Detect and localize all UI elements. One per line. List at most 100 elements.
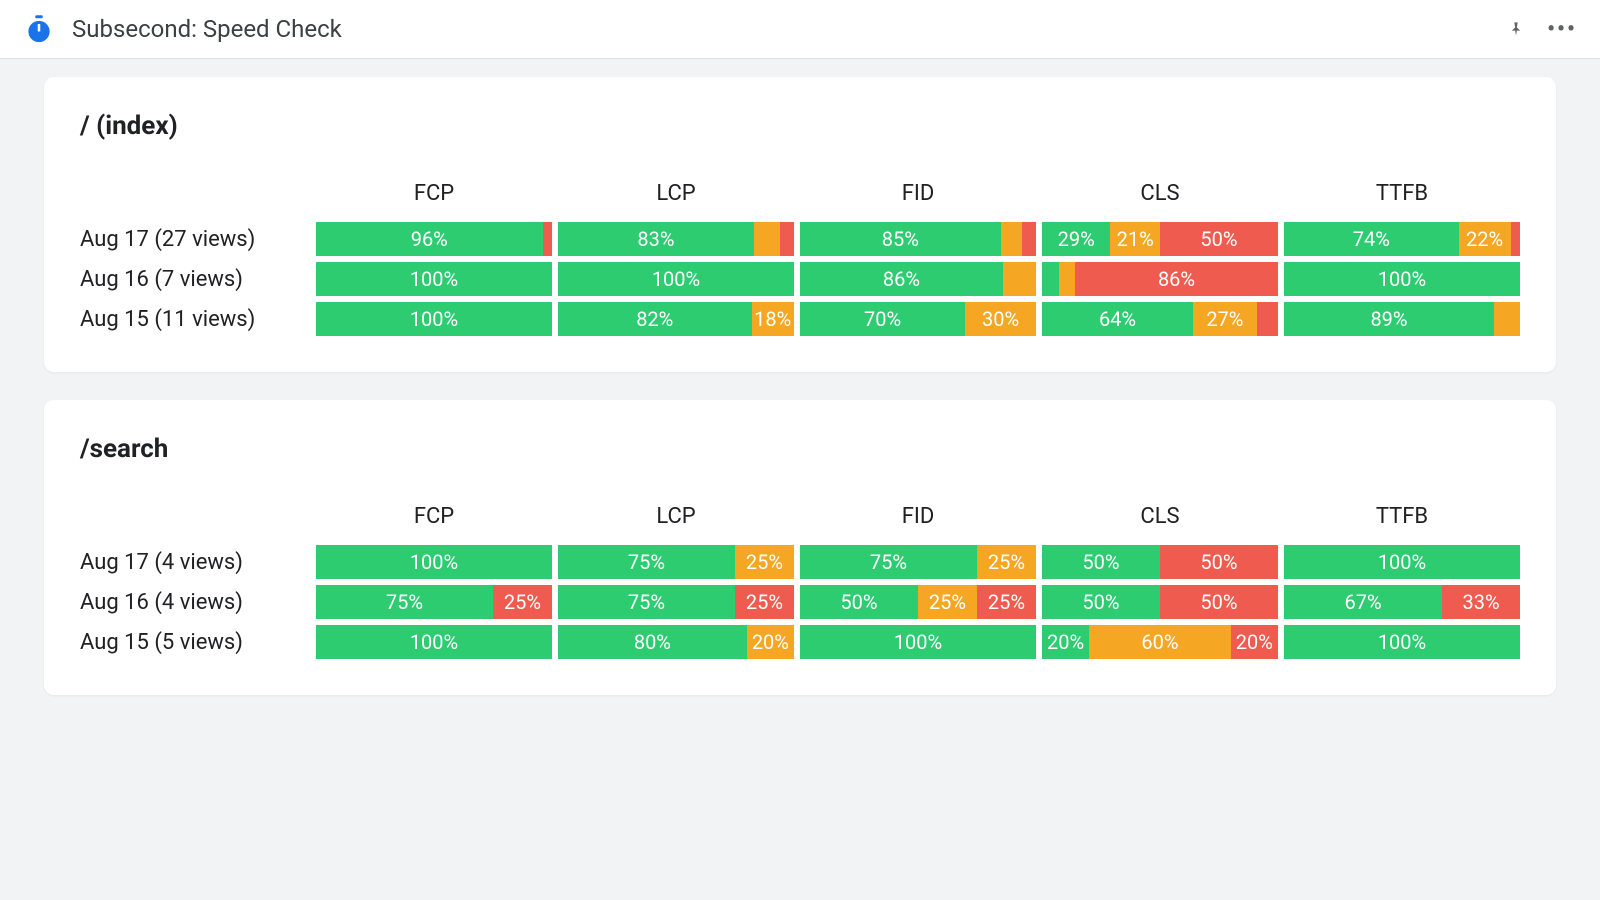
segment-warn: 25% bbox=[918, 585, 977, 619]
segment-poor: 25% bbox=[735, 585, 794, 619]
content: / (index)FCPLCPFIDCLSTTFBAug 17 (27 view… bbox=[0, 59, 1600, 741]
stacked-bar[interactable]: 75%25% bbox=[800, 545, 1036, 579]
stacked-bar[interactable]: 100% bbox=[1284, 625, 1520, 659]
stacked-bar[interactable]: 50%50% bbox=[1042, 585, 1278, 619]
stacked-bar[interactable]: 80%20% bbox=[558, 625, 794, 659]
segment-good: 75% bbox=[558, 545, 735, 579]
segment-warn: 27% bbox=[1193, 302, 1257, 336]
segment-poor bbox=[1257, 302, 1278, 336]
segment-good: 67% bbox=[1284, 585, 1442, 619]
column-header: CLS bbox=[1042, 504, 1278, 539]
stacked-bar[interactable]: 75%25% bbox=[558, 545, 794, 579]
segment-good: 86% bbox=[800, 262, 1003, 296]
segment-good: 64% bbox=[1042, 302, 1193, 336]
stacked-bar[interactable]: 100% bbox=[1284, 545, 1520, 579]
row-label: Aug 17 (27 views) bbox=[80, 227, 310, 252]
card-title: / (index) bbox=[80, 111, 1520, 141]
segment-poor: 86% bbox=[1075, 262, 1278, 296]
segment-good: 75% bbox=[558, 585, 735, 619]
segment-good: 100% bbox=[316, 625, 552, 659]
segment-poor: 20% bbox=[1231, 625, 1278, 659]
stacked-bar[interactable]: 70%30% bbox=[800, 302, 1036, 336]
segment-good: 74% bbox=[1284, 222, 1459, 256]
segment-good: 100% bbox=[1284, 262, 1520, 296]
stacked-bar[interactable]: 64%27% bbox=[1042, 302, 1278, 336]
stacked-bar[interactable]: 75%25% bbox=[558, 585, 794, 619]
segment-warn bbox=[1494, 302, 1520, 336]
stacked-bar[interactable]: 89% bbox=[1284, 302, 1520, 336]
segment-poor: 25% bbox=[493, 585, 552, 619]
segment-good: 80% bbox=[558, 625, 747, 659]
app-header: Subsecond: Speed Check ••• bbox=[0, 0, 1600, 59]
stopwatch-icon bbox=[24, 14, 54, 44]
segment-warn: 30% bbox=[965, 302, 1036, 336]
stacked-bar[interactable]: 29%21%50% bbox=[1042, 222, 1278, 256]
segment-poor bbox=[1511, 222, 1520, 256]
segment-good: 100% bbox=[316, 545, 552, 579]
column-header: FID bbox=[800, 181, 1036, 216]
stacked-bar[interactable]: 96% bbox=[316, 222, 552, 256]
stacked-bar[interactable]: 100% bbox=[316, 545, 552, 579]
stacked-bar[interactable]: 83% bbox=[558, 222, 794, 256]
segment-poor: 25% bbox=[977, 585, 1036, 619]
stacked-bar[interactable]: 67%33% bbox=[1284, 585, 1520, 619]
metric-grid: FCPLCPFIDCLSTTFBAug 17 (4 views)100%75%2… bbox=[80, 504, 1520, 659]
stacked-bar[interactable]: 100% bbox=[316, 625, 552, 659]
stacked-bar[interactable]: 100% bbox=[800, 625, 1036, 659]
segment-poor: 50% bbox=[1160, 545, 1278, 579]
segment-good: 89% bbox=[1284, 302, 1494, 336]
row-label: Aug 17 (4 views) bbox=[80, 550, 310, 575]
segment-good: 29% bbox=[1042, 222, 1110, 256]
pin-icon[interactable] bbox=[1502, 15, 1530, 43]
segment-good: 100% bbox=[316, 262, 552, 296]
segment-good: 83% bbox=[558, 222, 754, 256]
stacked-bar[interactable]: 85% bbox=[800, 222, 1036, 256]
stacked-bar[interactable]: 100% bbox=[316, 302, 552, 336]
segment-poor bbox=[780, 222, 794, 256]
stacked-bar[interactable]: 74%22% bbox=[1284, 222, 1520, 256]
segment-good: 100% bbox=[800, 625, 1036, 659]
segment-warn: 20% bbox=[747, 625, 794, 659]
segment-good: 100% bbox=[1284, 545, 1520, 579]
stacked-bar[interactable]: 75%25% bbox=[316, 585, 552, 619]
metric-grid: FCPLCPFIDCLSTTFBAug 17 (27 views)96%83%8… bbox=[80, 181, 1520, 336]
column-header: TTFB bbox=[1284, 181, 1520, 216]
segment-warn bbox=[754, 222, 780, 256]
segment-poor bbox=[543, 222, 552, 256]
stacked-bar[interactable]: 86% bbox=[1042, 262, 1278, 296]
segment-warn: 60% bbox=[1089, 625, 1231, 659]
segment-good: 50% bbox=[1042, 545, 1160, 579]
stacked-bar[interactable]: 50%50% bbox=[1042, 545, 1278, 579]
segment-warn bbox=[1001, 222, 1022, 256]
segment-good: 100% bbox=[558, 262, 794, 296]
card-title: /search bbox=[80, 434, 1520, 464]
row-label: Aug 16 (4 views) bbox=[80, 590, 310, 615]
stacked-bar[interactable]: 20%60%20% bbox=[1042, 625, 1278, 659]
column-header: CLS bbox=[1042, 181, 1278, 216]
segment-good: 96% bbox=[316, 222, 543, 256]
segment-warn: 21% bbox=[1110, 222, 1160, 256]
column-header: TTFB bbox=[1284, 504, 1520, 539]
column-header: FCP bbox=[316, 504, 552, 539]
stacked-bar[interactable]: 82%18% bbox=[558, 302, 794, 336]
segment-good: 100% bbox=[1284, 625, 1520, 659]
segment-poor: 50% bbox=[1160, 222, 1278, 256]
column-header: FID bbox=[800, 504, 1036, 539]
stacked-bar[interactable]: 50%25%25% bbox=[800, 585, 1036, 619]
segment-warn: 22% bbox=[1459, 222, 1511, 256]
header-actions: ••• bbox=[1502, 15, 1576, 43]
segment-poor: 50% bbox=[1160, 585, 1278, 619]
more-icon[interactable]: ••• bbox=[1548, 15, 1576, 43]
segment-good: 50% bbox=[800, 585, 918, 619]
segment-good bbox=[1042, 262, 1059, 296]
row-label: Aug 16 (7 views) bbox=[80, 267, 310, 292]
segment-warn: 18% bbox=[752, 302, 794, 336]
stacked-bar[interactable]: 100% bbox=[316, 262, 552, 296]
page-title: Subsecond: Speed Check bbox=[72, 15, 1502, 43]
column-header: FCP bbox=[316, 181, 552, 216]
stacked-bar[interactable]: 100% bbox=[558, 262, 794, 296]
stacked-bar[interactable]: 86% bbox=[800, 262, 1036, 296]
segment-poor bbox=[1022, 222, 1036, 256]
stacked-bar[interactable]: 100% bbox=[1284, 262, 1520, 296]
segment-warn: 25% bbox=[735, 545, 794, 579]
